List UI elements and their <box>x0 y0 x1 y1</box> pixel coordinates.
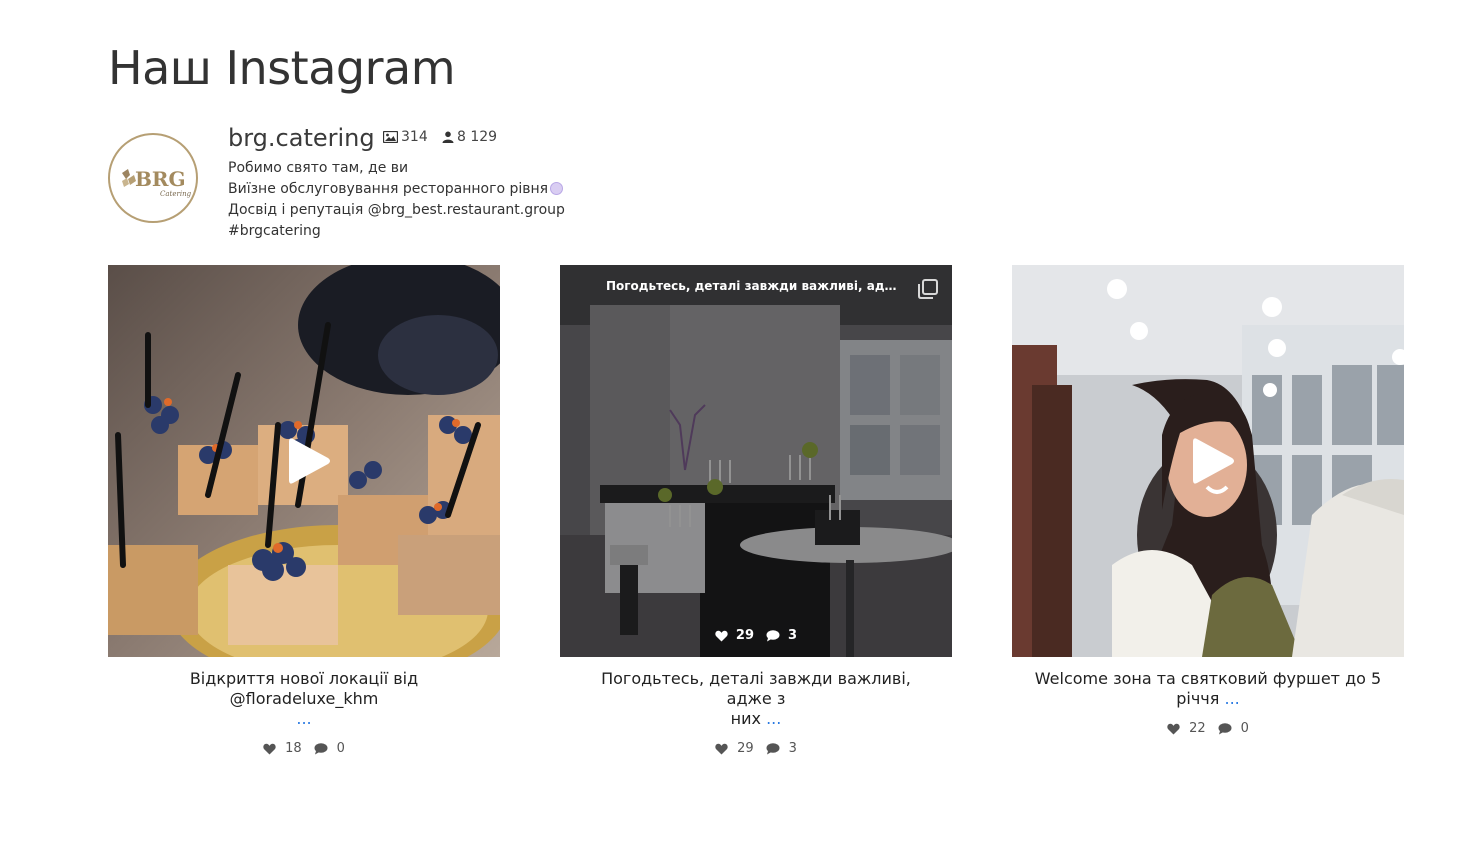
caption-line: річчя <box>1176 689 1220 708</box>
hover-overlay <box>560 265 952 657</box>
likes-counter: 22 <box>1167 721 1206 736</box>
post-counters: 29 3 <box>560 741 952 756</box>
caption-more-link[interactable]: ... <box>296 709 311 728</box>
post-thumbnail[interactable] <box>108 265 500 657</box>
likes-counter: 18 <box>263 741 302 756</box>
caption-more-link[interactable]: ... <box>1224 689 1239 708</box>
carousel-icon <box>918 279 938 299</box>
heart-icon <box>263 743 276 754</box>
comments-counter: 0 <box>1218 721 1249 736</box>
caption-line: Погодьтесь, деталі завжди важливі, адже … <box>601 669 911 708</box>
plate-emoji-icon <box>550 182 564 195</box>
section-title: Наш Instagram <box>108 41 456 95</box>
user-icon <box>442 131 454 143</box>
caption-line: Welcome зона та святковий фуршет до 5 <box>1034 669 1382 688</box>
posts-count: 314 <box>401 129 428 145</box>
comments-counter: 0 <box>314 741 345 756</box>
caption-line: Відкриття нової локації від <box>189 669 419 688</box>
hover-comments-count: 3 <box>788 628 798 643</box>
followers-count: 8 129 <box>457 129 498 145</box>
comments-count: 0 <box>336 741 345 756</box>
followers-count-stat: 8 129 <box>442 129 497 145</box>
hover-caption: Погодьтесь, деталі завжди важливі, адже … <box>606 279 906 293</box>
post-counters: 18 0 <box>108 741 500 756</box>
comments-count: 3 <box>788 741 797 756</box>
comments-count: 0 <box>1240 721 1249 736</box>
profile-bio: Робимо свято там, де ви Виїзне обслугову… <box>228 158 565 242</box>
bio-line: Досвід і репутація @brg_best.restaurant.… <box>228 202 565 218</box>
comment-icon <box>766 629 780 641</box>
comment-icon <box>766 742 780 754</box>
logo-text: BRG <box>135 167 186 191</box>
caption-line: @floradeluxe_khm <box>229 689 379 708</box>
image-icon <box>383 131 398 143</box>
heart-icon <box>715 743 728 754</box>
posts-count-stat: 314 <box>383 129 428 145</box>
caption-more-link[interactable]: ... <box>766 709 781 728</box>
comment-icon <box>1218 722 1232 734</box>
profile-avatar[interactable]: BRG Catering <box>108 133 198 223</box>
hover-likes: 29 <box>715 628 754 643</box>
play-icon[interactable] <box>1187 435 1237 487</box>
likes-count: 22 <box>1189 721 1206 736</box>
likes-count: 18 <box>285 741 302 756</box>
heart-icon <box>715 630 728 641</box>
instagram-widget: Наш Instagram BRG Catering brg.catering … <box>0 0 1475 855</box>
post-caption: Погодьтесь, деталі завжди важливі, адже … <box>560 669 952 729</box>
post-counters: 22 0 <box>1012 721 1404 736</box>
post-thumbnail[interactable]: Погодьтесь, деталі завжди важливі, адже … <box>560 265 952 657</box>
profile-header: BRG Catering brg.catering 314 8 129 Роби… <box>108 120 808 250</box>
post-card: Погодьтесь, деталі завжди важливі, адже … <box>560 265 952 756</box>
post-thumbnail[interactable] <box>1012 265 1404 657</box>
hover-comments: 3 <box>766 628 797 643</box>
post-card: Welcome зона та святковий фуршет до 5 рі… <box>1012 265 1404 736</box>
post-card: Відкриття нової локації від @floradeluxe… <box>108 265 500 756</box>
brg-logo: BRG Catering <box>122 167 192 198</box>
hover-counters: 29 3 <box>560 628 952 643</box>
logo-subtext: Catering <box>160 190 192 198</box>
bio-line: Робимо свято там, де ви <box>228 160 409 176</box>
bio-line-with-emoji: Виїзне обслуговування ресторанного рівня <box>228 179 565 200</box>
likes-counter: 29 <box>715 741 754 756</box>
comment-icon <box>314 742 328 754</box>
post-caption: Відкриття нової локації від @floradeluxe… <box>108 669 500 729</box>
profile-username[interactable]: brg.catering <box>228 123 375 153</box>
bio-line: #brgcatering <box>228 223 321 239</box>
comments-counter: 3 <box>766 741 797 756</box>
heart-icon <box>1167 723 1180 734</box>
caption-line: них <box>730 709 761 728</box>
play-icon[interactable] <box>283 435 333 487</box>
post-caption: Welcome зона та святковий фуршет до 5 рі… <box>1012 669 1404 709</box>
bio-line: Виїзне обслуговування ресторанного рівня <box>228 181 549 197</box>
hover-likes-count: 29 <box>735 628 755 643</box>
likes-count: 29 <box>737 741 754 756</box>
